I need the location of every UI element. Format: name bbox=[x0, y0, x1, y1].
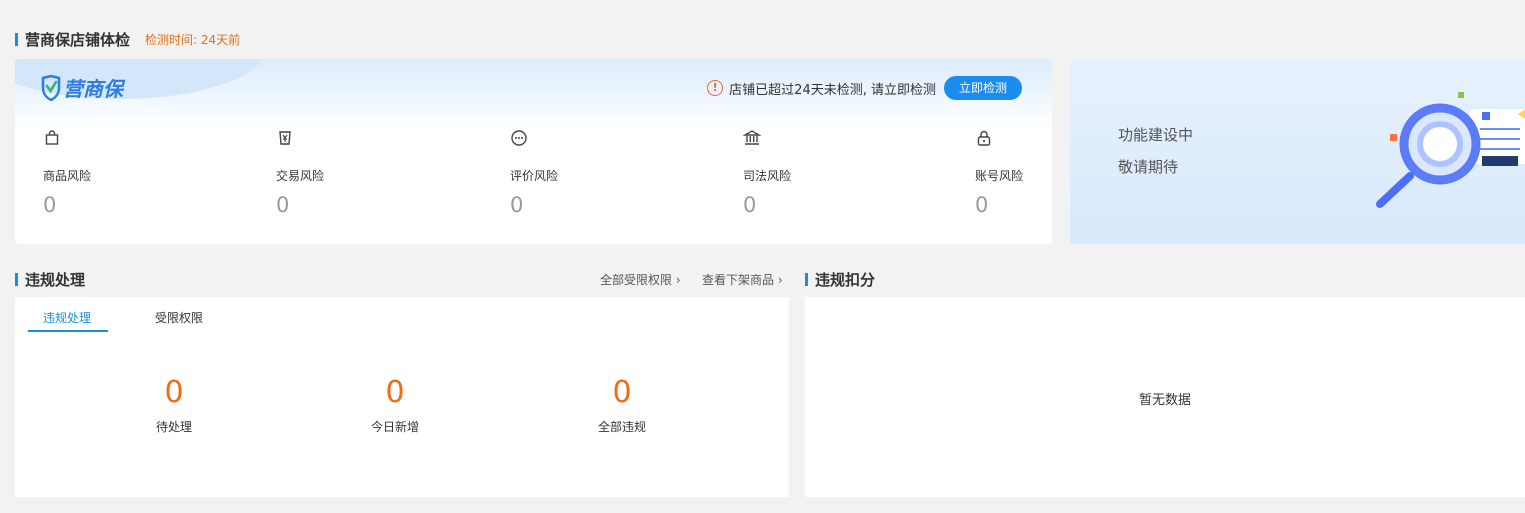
lock-icon bbox=[977, 130, 991, 146]
health-section-title: 营商保店铺体检 检测时间: 24天前 bbox=[15, 29, 240, 50]
risk-item-judicial[interactable]: 司法风险 0 bbox=[743, 129, 843, 217]
risk-item-goods[interactable]: 商品风险 0 bbox=[43, 129, 143, 217]
promo-line-2: 敬请期待 bbox=[1118, 158, 1179, 176]
risk-value: 0 bbox=[510, 193, 524, 217]
stat-label: 待处理 bbox=[155, 420, 192, 434]
violation-title: 违规处理 bbox=[25, 271, 86, 289]
risk-value: 0 bbox=[743, 193, 757, 217]
risk-value: 0 bbox=[43, 193, 57, 217]
yen-card-icon bbox=[279, 131, 291, 145]
logo-text: 营商保 bbox=[63, 77, 123, 101]
detect-now-button[interactable]: 立即检测 bbox=[943, 76, 1022, 100]
stat-value: 0 bbox=[612, 375, 632, 410]
risk-item-review[interactable]: 评价风险 0 bbox=[510, 129, 610, 217]
shield-check-icon bbox=[41, 74, 61, 101]
health-title: 营商保店铺体检 bbox=[25, 31, 131, 49]
delisted-goods-link[interactable]: 查看下架商品 › bbox=[702, 271, 783, 288]
risk-item-trade[interactable]: 交易风险 0 bbox=[276, 129, 376, 217]
bag-icon bbox=[45, 130, 59, 145]
title-accent-bar bbox=[15, 273, 18, 286]
promo-line-1: 功能建设中 bbox=[1118, 126, 1194, 144]
stat-pending[interactable]: 0 待处理 bbox=[114, 375, 234, 435]
coming-soon-card: 功能建设中 敬请期待 bbox=[1070, 59, 1525, 244]
courthouse-icon bbox=[743, 130, 761, 145]
violation-panel: 违规处理 受限权限 0 待处理 0 今日新增 0 全部违规 bbox=[15, 297, 789, 497]
stat-value: 0 bbox=[385, 375, 405, 410]
tab-restrictions[interactable]: 受限权限 bbox=[155, 309, 203, 326]
risk-label: 交易风险 bbox=[276, 169, 325, 183]
stat-today-new[interactable]: 0 今日新增 bbox=[335, 375, 455, 435]
title-accent-bar bbox=[805, 273, 808, 286]
risk-label: 评价风险 bbox=[510, 169, 559, 183]
deduction-panel: 暂无数据 bbox=[805, 297, 1525, 497]
health-check-card: 营商保 ! 店铺已超过24天未检测, 请立即检测 立即检测 商品风险 0 交易风… bbox=[15, 59, 1052, 244]
all-restrictions-link[interactable]: 全部受限权限 › bbox=[600, 271, 681, 288]
yingshangbao-logo: 营商保 bbox=[41, 73, 123, 102]
deduction-section-title: 违规扣分 bbox=[805, 269, 875, 290]
title-accent-bar bbox=[15, 33, 18, 46]
risk-value: 0 bbox=[276, 193, 290, 217]
alert-text: 店铺已超过24天未检测, 请立即检测 bbox=[729, 82, 936, 98]
violation-section-title: 违规处理 bbox=[15, 269, 85, 290]
deduction-title: 违规扣分 bbox=[815, 271, 876, 289]
risk-value: 0 bbox=[975, 193, 989, 217]
stat-label: 今日新增 bbox=[370, 420, 419, 434]
stat-value: 0 bbox=[164, 375, 184, 410]
risk-label: 司法风险 bbox=[743, 169, 792, 183]
risk-item-account[interactable]: 账号风险 0 bbox=[975, 129, 1052, 217]
warning-icon: ! bbox=[707, 80, 724, 96]
tab-violation[interactable]: 违规处理 bbox=[43, 309, 91, 326]
stat-all-violations[interactable]: 0 全部违规 bbox=[562, 375, 682, 435]
detect-alert: ! 店铺已超过24天未检测, 请立即检测 立即检测 bbox=[707, 76, 1022, 100]
risk-label: 商品风险 bbox=[43, 169, 92, 183]
detect-time: 检测时间: 24天前 bbox=[145, 33, 241, 47]
risk-label: 账号风险 bbox=[975, 169, 1024, 183]
active-tab-indicator bbox=[28, 330, 108, 332]
magnifier-illustration-icon bbox=[1376, 92, 1525, 208]
empty-state-text: 暂无数据 bbox=[1138, 393, 1191, 408]
chat-bubble-icon bbox=[511, 130, 527, 146]
stat-label: 全部违规 bbox=[597, 420, 646, 434]
